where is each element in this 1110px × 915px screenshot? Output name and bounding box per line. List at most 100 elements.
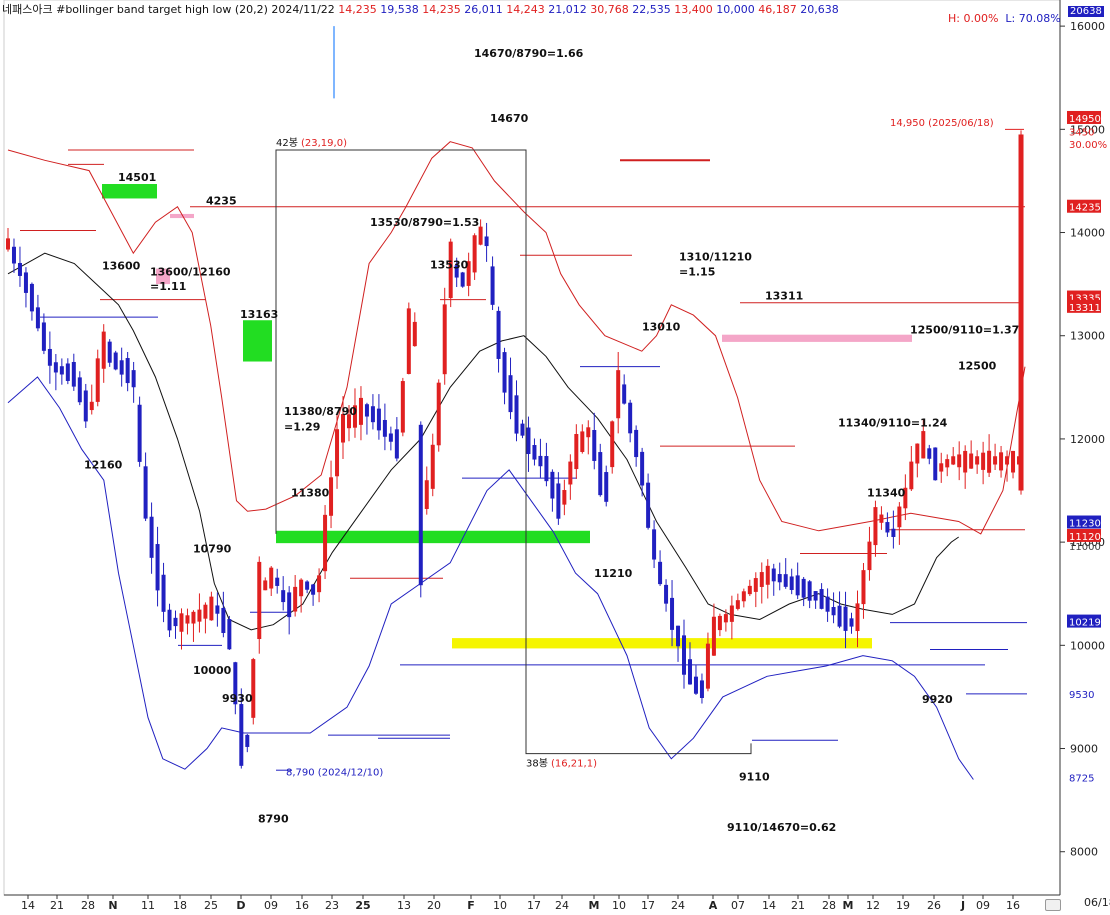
candle-body xyxy=(227,619,232,650)
candle-body xyxy=(993,456,998,465)
candle-body xyxy=(646,482,651,528)
chart-annotation: 13163 xyxy=(240,308,278,321)
candle-body xyxy=(305,581,310,590)
price-badge-plain: 30.00% xyxy=(1069,140,1107,151)
candle-body xyxy=(568,461,573,485)
candle-body xyxy=(149,516,154,558)
chart-annotation: 11210 xyxy=(594,567,633,580)
candle-body xyxy=(801,578,806,598)
candle-body xyxy=(861,570,866,605)
chart-annotation: 11340 xyxy=(867,487,906,500)
candle-body xyxy=(532,445,537,460)
chart-annotation: 13311 xyxy=(765,289,803,302)
candle-body xyxy=(131,370,136,388)
chart-annotation: 14670/8790=1.66 xyxy=(474,47,584,60)
candle-body xyxy=(813,591,818,601)
candle-body xyxy=(580,431,585,452)
candle-body xyxy=(376,408,381,431)
candle-body xyxy=(59,366,64,375)
low-price-mark: 8,790 (2024/12/10) xyxy=(286,767,383,778)
bollinger-params: (20,2) xyxy=(234,3,268,16)
candle-body xyxy=(777,574,782,583)
high-price-mark: 14,950 (2025/06/18) xyxy=(890,118,994,129)
candle-body xyxy=(514,395,519,434)
candle-body xyxy=(430,444,435,489)
candle-body xyxy=(729,605,734,622)
header-value-6: 10,000 xyxy=(716,3,755,16)
candle-body xyxy=(520,423,525,436)
x-tick-label: 23 xyxy=(325,899,339,912)
x-tick-label: 17 xyxy=(527,899,541,912)
candle-body xyxy=(341,414,346,443)
candle-body xyxy=(957,454,962,468)
candle-body xyxy=(107,341,112,363)
candle-body xyxy=(358,397,363,425)
candle-body xyxy=(753,578,758,592)
candle-body xyxy=(556,483,561,519)
y-tick-label: 9000 xyxy=(1070,743,1098,756)
box-label-42: 42봉 xyxy=(276,137,298,149)
x-tick-label: 10 xyxy=(612,899,626,912)
x-tick-label: 28 xyxy=(81,899,95,912)
candle-body xyxy=(478,226,483,245)
candle-body xyxy=(538,455,543,467)
candle-body xyxy=(77,377,82,403)
candle-body xyxy=(418,424,423,586)
candle-body xyxy=(975,456,980,465)
candlestick-chart: 14670/8790=1.66 14670 14501 4235 13530/8790=… xyxy=(3,0,1107,912)
candle-body xyxy=(586,427,591,438)
chart-annotation: 14501 xyxy=(118,171,156,184)
x-tick-label: 14 xyxy=(762,899,776,912)
scroll-handle[interactable] xyxy=(1045,899,1061,911)
candle-body xyxy=(921,431,926,459)
price-badge-plain: 3450 xyxy=(1069,127,1094,138)
x-tick-label: 21 xyxy=(50,899,64,912)
candle-body xyxy=(550,471,555,499)
x-tick-label: M xyxy=(843,899,854,912)
candle-body xyxy=(951,456,956,465)
candle-body xyxy=(592,429,597,461)
candle-body xyxy=(436,382,441,446)
candle-body xyxy=(400,381,405,433)
header-value-8: 20,638 xyxy=(800,3,839,16)
header-value-5: 13,400 xyxy=(674,3,713,16)
header-value-7: 46,187 xyxy=(758,3,797,16)
chart-title: 네패스아크 #bollinger band target high low xyxy=(2,3,232,16)
y-tick-label: 13000 xyxy=(1070,330,1105,343)
candle-body xyxy=(640,451,645,486)
candle-body xyxy=(394,429,399,459)
candle-body xyxy=(275,577,280,586)
candle-body xyxy=(364,404,369,417)
candle-body xyxy=(119,360,124,375)
header-value-1: 19,538 xyxy=(380,3,419,16)
candle-body xyxy=(209,596,214,621)
price-badge: 14950 xyxy=(1069,114,1101,125)
candle-body xyxy=(185,615,190,624)
x-tick-label: 12 xyxy=(866,899,880,912)
x-tick-label: 25 xyxy=(204,899,218,912)
candle-body xyxy=(311,584,316,595)
chart-annotation: =1.11 xyxy=(150,280,186,293)
candle-body xyxy=(329,477,334,516)
candle-body xyxy=(101,331,106,369)
header-right-stats: H: 0.00% L: 70.08% xyxy=(948,12,1061,25)
candle-body xyxy=(783,574,788,587)
candle-body xyxy=(658,561,663,585)
candle-body xyxy=(370,406,375,423)
box-label-38-sub: (16,21,1) xyxy=(551,759,597,770)
final-candle-body xyxy=(1018,134,1024,491)
x-tick-label: 19 xyxy=(896,899,910,912)
candle-body xyxy=(263,580,268,591)
zone-green-13163 xyxy=(243,320,272,362)
candle-body xyxy=(676,625,681,647)
chart-annotation: 9110 xyxy=(739,770,770,783)
candle-body xyxy=(143,466,148,519)
candle-body xyxy=(388,433,393,442)
candle-body xyxy=(699,680,704,698)
candle-body xyxy=(867,541,872,571)
chart-annotation: 13600/12160 xyxy=(150,266,231,279)
low-pct: L: 70.08% xyxy=(1005,12,1061,25)
candle-body xyxy=(717,615,722,631)
header-close: 30,768 xyxy=(590,3,629,16)
y-tick-label: 14000 xyxy=(1070,227,1105,240)
